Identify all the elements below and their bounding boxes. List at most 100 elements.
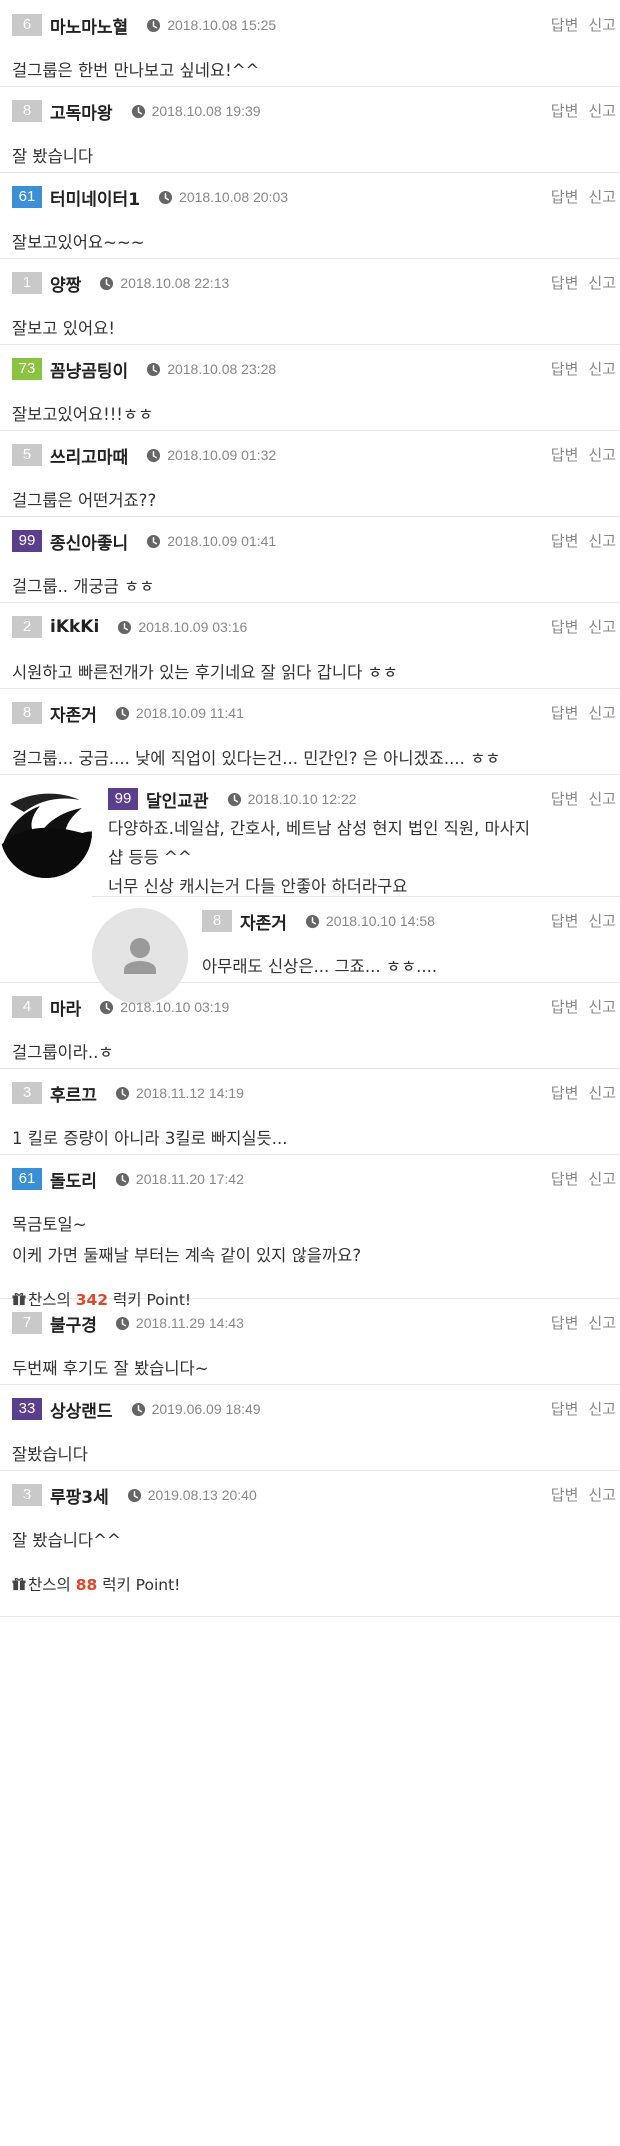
author-name[interactable]: 마라 [50,995,81,1020]
comment-text-line: 잘 봤습니다 [12,147,94,166]
reply-button[interactable]: 답변 [551,704,579,722]
report-button[interactable]: 신고 [588,912,616,930]
comment-body: 걸그룹은 어떤거죠?? [12,485,600,516]
report-button[interactable]: 신고 [588,1400,616,1418]
author-name[interactable]: iKkKi [50,617,99,637]
level-badge: 7 [12,1312,42,1334]
reply-button[interactable]: 답변 [551,1084,579,1102]
comment-body: 두번째 후기도 잘 봤습니다~ [12,1353,600,1384]
reply-button[interactable]: 답변 [551,16,579,34]
comment-actions: 답변 신고 [541,444,616,465]
avatar [0,786,92,878]
author-name[interactable]: 루팡3세 [50,1483,109,1508]
comment-actions: 답변 신고 [541,788,616,809]
comment-body: 잘보고 있어요! [12,313,600,344]
comment-text-line: 목금토일~ [12,1215,87,1234]
reply-button[interactable]: 답변 [551,790,579,808]
author-name[interactable]: 후르끄 [50,1081,97,1106]
author-name[interactable]: 자존거 [240,909,287,934]
reply-button[interactable]: 답변 [551,1170,579,1188]
reply-button[interactable]: 답변 [551,618,579,636]
comment-actions: 답변 신고 [541,1484,616,1505]
author-name[interactable]: 자존거 [50,701,97,726]
clock-icon [146,448,161,463]
clock-icon [305,914,320,929]
reply-button[interactable]: 답변 [551,274,579,292]
report-button[interactable]: 신고 [588,618,616,636]
comment-header: 4 마라 2018.10.10 03:19 [12,994,229,1020]
reply-button[interactable]: 답변 [551,1400,579,1418]
report-button[interactable]: 신고 [588,188,616,206]
comment-header: 8 자존거 2018.10.09 11:41 [12,700,244,726]
reply-button[interactable]: 답변 [551,188,579,206]
report-button[interactable]: 신고 [588,1170,616,1188]
timestamp: 2018.11.12 14:19 [135,1085,244,1101]
report-button[interactable]: 신고 [588,790,616,808]
timestamp: 2018.10.08 22:13 [120,275,230,291]
report-button[interactable]: 신고 [588,998,616,1016]
report-button[interactable]: 신고 [588,274,616,292]
clock-icon [146,534,161,549]
timestamp: 2018.10.08 15:25 [167,17,277,33]
lucky-number: 88 [75,1576,98,1594]
comment-item: 73 꼼냥곰팅이 2018.10.08 23:28 답변 신고 잘보고있어요!!!ㅎㅎ [0,344,620,431]
comment-body: 다양하죠.네일샵, 간호사, 베트남 삼성 현지 법인 직원, 마사지샵 등등 … [108,814,600,901]
comment-body: 잘보고있어요!!!ㅎㅎ [12,399,600,430]
reply-button[interactable]: 답변 [551,360,579,378]
comment-actions: 답변 신고 [541,100,616,121]
lucky-suffix: 럭키 Point! [97,1576,181,1594]
comment-text-line: 이케 가면 둘째날 부터는 계속 같이 있지 않을까요? [12,1246,362,1265]
comment-item: 99 달인교관 2018.10.10 12:22 답변 신고 다양하죠.네일샵, 간호사,… [0,774,620,896]
reply-button[interactable]: 답변 [551,912,579,930]
comment-text-line: 다양하죠.네일샵, 간호사, 베트남 삼성 현지 법인 직원, 마사지 [108,819,531,838]
reply-button[interactable]: 답변 [551,998,579,1016]
level-badge: 6 [12,14,42,36]
comment-text-line: 걸그룹은 어떤거죠?? [12,491,157,510]
clock-icon [99,276,114,291]
comment-header: 8 고독마왕 2018.10.08 19:39 [12,98,261,124]
comment-header: 1 양짱 2018.10.08 22:13 [12,270,229,296]
author-name[interactable]: 마노마노혈 [50,13,128,38]
author-name[interactable]: 불구경 [50,1311,97,1336]
author-name[interactable]: 고독마왕 [50,99,113,124]
author-name[interactable]: 꼼냥곰팅이 [50,357,128,382]
level-badge: 2 [12,616,42,638]
comment-text-line: 잘 봤습니다^^ [12,1531,121,1550]
comment-item: 2 iKkKi 2018.10.09 03:16 답변 신고 시원하고 빠른전개가 있는 … [0,602,620,689]
author-name[interactable]: 돌도리 [50,1167,97,1192]
author-name[interactable]: 종신아좋니 [50,529,128,554]
level-badge: 61 [12,186,42,208]
reply-button[interactable]: 답변 [551,1314,579,1332]
report-button[interactable]: 신고 [588,16,616,34]
comment-body: 잘보고있어요~~~ [12,227,600,258]
author-name[interactable]: 터미네이터1 [50,185,140,210]
report-button[interactable]: 신고 [588,532,616,550]
reply-button[interactable]: 답변 [551,446,579,464]
report-button[interactable]: 신고 [588,446,616,464]
clock-icon [115,1316,130,1331]
comment-item: 6 마노마노혈 2018.10.08 15:25 답변 신고 걸그룹은 한번 만나보고 싶… [0,0,620,87]
report-button[interactable]: 신고 [588,102,616,120]
timestamp: 2018.10.09 11:41 [135,705,244,721]
lucky-point: 찬스의 88 럭키 Point! [12,1570,600,1601]
comment-item: 8 자존거 2018.10.10 14:58 답변 신고 아무래도 신상은... 그죠..… [0,896,620,1004]
comment-actions: 답변 신고 [541,910,616,931]
report-button[interactable]: 신고 [588,1084,616,1102]
level-badge: 99 [12,530,42,552]
comment-item: 1 양짱 2018.10.08 22:13 답변 신고 잘보고 있어요! [0,258,620,345]
clock-icon [117,620,132,635]
report-button[interactable]: 신고 [588,704,616,722]
report-button[interactable]: 신고 [588,1486,616,1504]
reply-button[interactable]: 답변 [551,532,579,550]
comment-text-line: 샵 등등 ^^ [108,848,192,867]
author-name[interactable]: 양짱 [50,271,81,296]
report-button[interactable]: 신고 [588,360,616,378]
reply-button[interactable]: 답변 [551,1486,579,1504]
author-name[interactable]: 쓰리고마때 [50,443,128,468]
comment-text-line: 시원하고 빠른전개가 있는 후기네요 잘 읽다 갑니다 ㅎㅎ [12,663,398,682]
report-button[interactable]: 신고 [588,1314,616,1332]
comment-header: 3 루팡3세 2019.08.13 20:40 [12,1482,257,1508]
author-name[interactable]: 상상랜드 [50,1397,113,1422]
author-name[interactable]: 달인교관 [146,787,209,812]
reply-button[interactable]: 답변 [551,102,579,120]
